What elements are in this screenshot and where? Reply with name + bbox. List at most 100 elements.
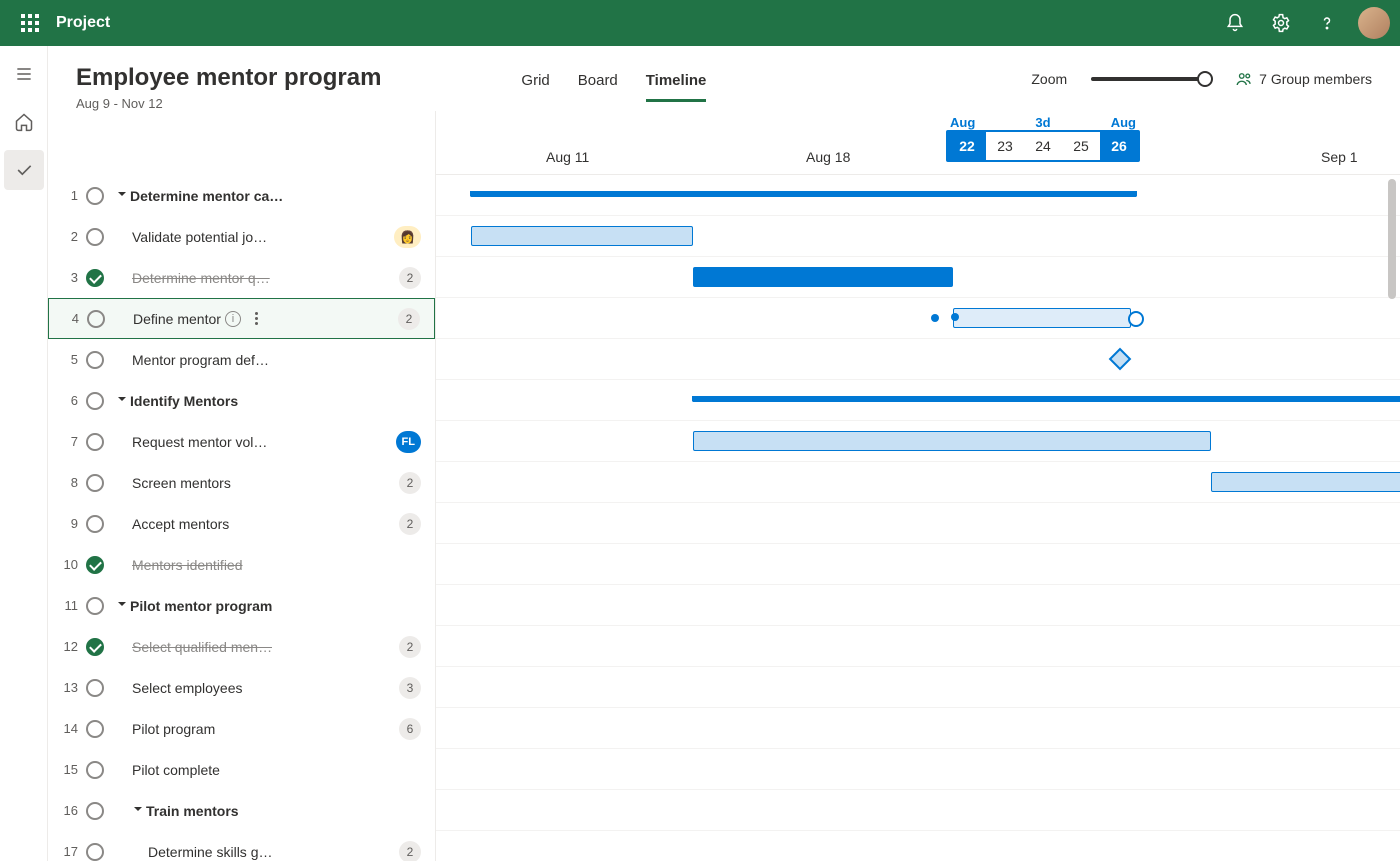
tab-timeline[interactable]: Timeline [646,72,707,102]
gantt-body[interactable] [436,175,1400,861]
scrollbar[interactable] [1388,175,1398,861]
gantt-chart: Aug 11 Aug 18 Sep 1 Aug 3d Aug 222324252… [436,111,1400,861]
gantt-row [436,503,1400,544]
assignee-avatar[interactable]: 👩 [394,226,421,248]
assignee-avatar[interactable]: FL [396,431,421,453]
task-row[interactable]: 12Select qualified men…2 [48,626,435,667]
status-circle[interactable] [86,474,104,492]
status-circle[interactable] [86,269,104,287]
minical-day[interactable]: 26 [1100,132,1138,160]
status-circle[interactable] [86,597,104,615]
scrollbar-thumb[interactable] [1388,179,1396,299]
status-circle[interactable] [87,310,105,328]
collapse-caret-icon[interactable] [116,392,130,410]
row-number: 11 [58,598,78,613]
task-row[interactable]: 7Request mentor vol…FL [48,421,435,462]
row-number: 3 [58,270,78,285]
gantt-bar[interactable] [471,226,693,246]
home-icon[interactable] [4,102,44,142]
more-icon[interactable] [249,312,265,325]
status-circle[interactable] [86,515,104,533]
task-row[interactable]: 3Determine mentor q…2 [48,257,435,298]
row-number: 17 [58,844,78,859]
settings-icon[interactable] [1258,0,1304,46]
status-circle[interactable] [86,556,104,574]
gantt-row [436,790,1400,831]
status-circle[interactable] [86,843,104,861]
zoom-thumb[interactable] [1197,71,1213,87]
gantt-row [436,462,1400,503]
status-circle[interactable] [86,638,104,656]
minical-month-right: Aug [1111,115,1136,130]
task-name: Pilot complete [132,762,220,778]
minical-day[interactable]: 24 [1024,132,1062,160]
task-row[interactable]: 2 Validate potential jo… 👩 [48,216,435,257]
dependency-handle[interactable] [931,314,939,322]
tab-grid[interactable]: Grid [521,72,549,99]
task-row[interactable]: 6Identify Mentors [48,380,435,421]
task-row[interactable]: 9Accept mentors2 [48,503,435,544]
task-row[interactable]: 14Pilot program6 [48,708,435,749]
row-number: 13 [58,680,78,695]
collapse-caret-icon[interactable] [116,597,130,615]
gantt-bar[interactable] [693,396,1400,402]
left-rail [0,46,48,861]
task-name: Screen mentors [132,475,231,491]
minical-day[interactable]: 25 [1062,132,1100,160]
status-circle[interactable] [86,351,104,369]
task-row[interactable]: 15Pilot complete [48,749,435,790]
tab-board[interactable]: Board [578,72,618,99]
task-row[interactable]: 4Define mentori2 [48,298,435,339]
status-circle[interactable] [86,392,104,410]
gantt-row [436,708,1400,749]
timeline-tick: Aug 11 [546,149,589,165]
gantt-row [436,339,1400,380]
gantt-bar[interactable] [693,267,953,287]
date-range-picker[interactable]: Aug 3d Aug 2223242526 [946,115,1140,162]
task-name: Mentors identified [132,557,243,573]
gantt-bar[interactable] [953,308,1131,328]
task-row[interactable]: 5Mentor program def… [48,339,435,380]
task-name: Define mentor [133,311,221,327]
gantt-bar[interactable] [1211,472,1400,492]
minical-day[interactable]: 23 [986,132,1024,160]
gantt-row [436,749,1400,790]
status-circle[interactable] [86,187,104,205]
task-row[interactable]: 11Pilot mentor program [48,585,435,626]
notifications-icon[interactable] [1212,0,1258,46]
help-icon[interactable] [1304,0,1350,46]
gantt-bar[interactable] [693,431,1211,451]
status-circle[interactable] [86,679,104,697]
task-row[interactable]: 17Determine skills g…2 [48,831,435,861]
status-circle[interactable] [86,761,104,779]
gantt-row [436,380,1400,421]
gantt-milestone[interactable] [1109,348,1132,371]
timeline-tick: Aug 18 [806,149,850,165]
row-number: 9 [58,516,78,531]
info-icon[interactable]: i [225,311,241,327]
row-number: 2 [58,229,78,244]
gantt-header: Aug 11 Aug 18 Sep 1 Aug 3d Aug 222324252… [436,111,1400,175]
status-circle[interactable] [86,802,104,820]
collapse-caret-icon[interactable] [132,802,146,820]
count-badge: 2 [399,636,421,658]
menu-icon[interactable] [4,54,44,94]
check-icon[interactable] [4,150,44,190]
task-row[interactable]: 1Determine mentor ca… [48,175,435,216]
group-members-button[interactable]: 7 Group members [1235,70,1372,88]
task-row[interactable]: 8Screen mentors2 [48,462,435,503]
minical-day[interactable]: 22 [948,132,986,160]
task-row[interactable]: 13Select employees3 [48,667,435,708]
task-name: Validate potential jo… [132,229,267,245]
gantt-row [436,626,1400,667]
task-row[interactable]: 10Mentors identified [48,544,435,585]
status-circle[interactable] [86,228,104,246]
collapse-caret-icon[interactable] [116,187,130,205]
status-circle[interactable] [86,720,104,738]
task-row[interactable]: 16Train mentors [48,790,435,831]
app-launcher-icon[interactable] [10,14,50,32]
user-avatar[interactable] [1358,7,1390,39]
zoom-slider[interactable] [1091,77,1211,81]
gantt-bar[interactable] [471,191,1136,197]
status-circle[interactable] [86,433,104,451]
